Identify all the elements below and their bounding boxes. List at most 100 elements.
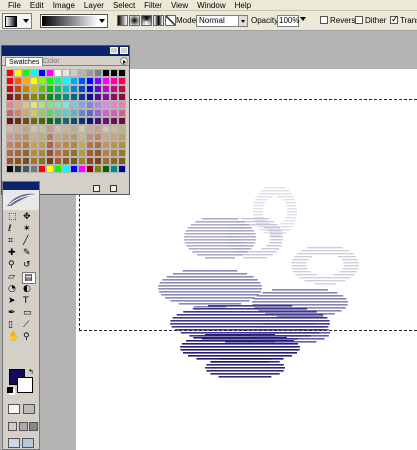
toolbox-title-bar[interactable]	[3, 182, 39, 190]
tab-color[interactable]: Color	[40, 57, 63, 66]
swatch[interactable]	[6, 93, 14, 101]
swatch[interactable]	[54, 93, 62, 101]
swatch[interactable]	[62, 165, 70, 173]
swatch[interactable]	[94, 149, 102, 157]
swatch[interactable]	[110, 141, 118, 149]
swatch[interactable]	[38, 141, 46, 149]
swatch[interactable]	[86, 125, 94, 133]
magic-wand-tool[interactable]: ✶	[22, 224, 36, 236]
swatch[interactable]	[38, 149, 46, 157]
menu-select[interactable]: Select	[109, 0, 140, 11]
swatch[interactable]	[78, 101, 86, 109]
swatch[interactable]	[46, 109, 54, 117]
swatch[interactable]	[6, 109, 14, 117]
swatch[interactable]	[22, 93, 30, 101]
swatch[interactable]	[14, 165, 22, 173]
swatch[interactable]	[110, 109, 118, 117]
swatch[interactable]	[22, 133, 30, 141]
swatch[interactable]	[6, 157, 14, 165]
swatch[interactable]	[86, 101, 94, 109]
swatch[interactable]	[94, 109, 102, 117]
transparency-checkbox[interactable]	[390, 14, 399, 24]
swatch[interactable]	[14, 101, 22, 109]
swatch[interactable]	[70, 149, 78, 157]
swatch[interactable]	[54, 133, 62, 141]
swatch[interactable]	[110, 101, 118, 109]
swatch[interactable]	[6, 69, 14, 77]
menu-edit[interactable]: Edit	[26, 0, 49, 11]
new-swatch-icon[interactable]	[93, 185, 100, 192]
crop-tool[interactable]: ⌗	[7, 236, 21, 248]
brush-tool[interactable]: ✎	[22, 248, 36, 260]
swatch[interactable]	[54, 77, 62, 85]
swatch[interactable]	[94, 117, 102, 125]
swatch[interactable]	[102, 93, 110, 101]
dither-checkbox[interactable]	[355, 16, 363, 24]
swatch[interactable]	[22, 85, 30, 93]
swatch[interactable]	[78, 165, 86, 173]
swatch[interactable]	[62, 85, 70, 93]
swatch[interactable]	[70, 109, 78, 117]
swatch[interactable]	[46, 85, 54, 93]
swatch[interactable]	[14, 133, 22, 141]
menu-layer[interactable]: Layer	[80, 0, 109, 11]
swatch[interactable]	[22, 149, 30, 157]
swatch[interactable]	[6, 85, 14, 93]
swatch[interactable]	[110, 77, 118, 85]
swatch[interactable]	[102, 117, 110, 125]
swatch[interactable]	[22, 165, 30, 173]
swatch[interactable]	[6, 125, 14, 133]
linear-gradient-button[interactable]	[117, 15, 128, 26]
swatch[interactable]	[22, 157, 30, 165]
swatch[interactable]	[6, 141, 14, 149]
clone-stamp-tool[interactable]: ⚲	[7, 260, 21, 272]
swatch[interactable]	[86, 77, 94, 85]
swatch[interactable]	[118, 165, 126, 173]
swatch[interactable]	[54, 165, 62, 173]
swatch[interactable]	[46, 117, 54, 125]
swatch[interactable]	[30, 109, 38, 117]
swatch[interactable]	[38, 77, 46, 85]
menu-file[interactable]: File	[4, 0, 26, 11]
swatch[interactable]	[30, 149, 38, 157]
gradient-picker[interactable]	[40, 14, 108, 28]
swatch[interactable]	[54, 125, 62, 133]
swatch[interactable]	[70, 125, 78, 133]
gradient-tool[interactable]: ▤	[22, 272, 36, 284]
swatch[interactable]	[22, 117, 30, 125]
swatch[interactable]	[30, 141, 38, 149]
swatch[interactable]	[14, 141, 22, 149]
swatch[interactable]	[70, 141, 78, 149]
swatch[interactable]	[6, 117, 14, 125]
swatch[interactable]	[110, 125, 118, 133]
swatch[interactable]	[94, 141, 102, 149]
swatch[interactable]	[70, 157, 78, 165]
swatch[interactable]	[102, 157, 110, 165]
swatch[interactable]	[14, 93, 22, 101]
swatch[interactable]	[22, 109, 30, 117]
swatch[interactable]	[102, 165, 110, 173]
swatch[interactable]	[86, 165, 94, 173]
swatch[interactable]	[14, 117, 22, 125]
swatch[interactable]	[62, 117, 70, 125]
eyedropper-tool[interactable]: ⟋	[22, 320, 36, 332]
swatch[interactable]	[6, 133, 14, 141]
menu-help[interactable]: Help	[231, 0, 256, 11]
swatch[interactable]	[86, 133, 94, 141]
default-colors-icon[interactable]	[7, 387, 13, 393]
swatch[interactable]	[118, 133, 126, 141]
swatch[interactable]	[62, 69, 70, 77]
swatch[interactable]	[46, 125, 54, 133]
swatch[interactable]	[6, 77, 14, 85]
swatch[interactable]	[46, 133, 54, 141]
swatch[interactable]	[14, 109, 22, 117]
background-color-swatch[interactable]	[17, 377, 33, 393]
swatch[interactable]	[38, 109, 46, 117]
swatch[interactable]	[86, 85, 94, 93]
swatch[interactable]	[118, 109, 126, 117]
swatch[interactable]	[30, 157, 38, 165]
swatch[interactable]	[110, 117, 118, 125]
swatch[interactable]	[102, 125, 110, 133]
healing-brush-tool[interactable]: ✚	[7, 248, 21, 260]
reflected-gradient-button[interactable]	[153, 15, 164, 26]
